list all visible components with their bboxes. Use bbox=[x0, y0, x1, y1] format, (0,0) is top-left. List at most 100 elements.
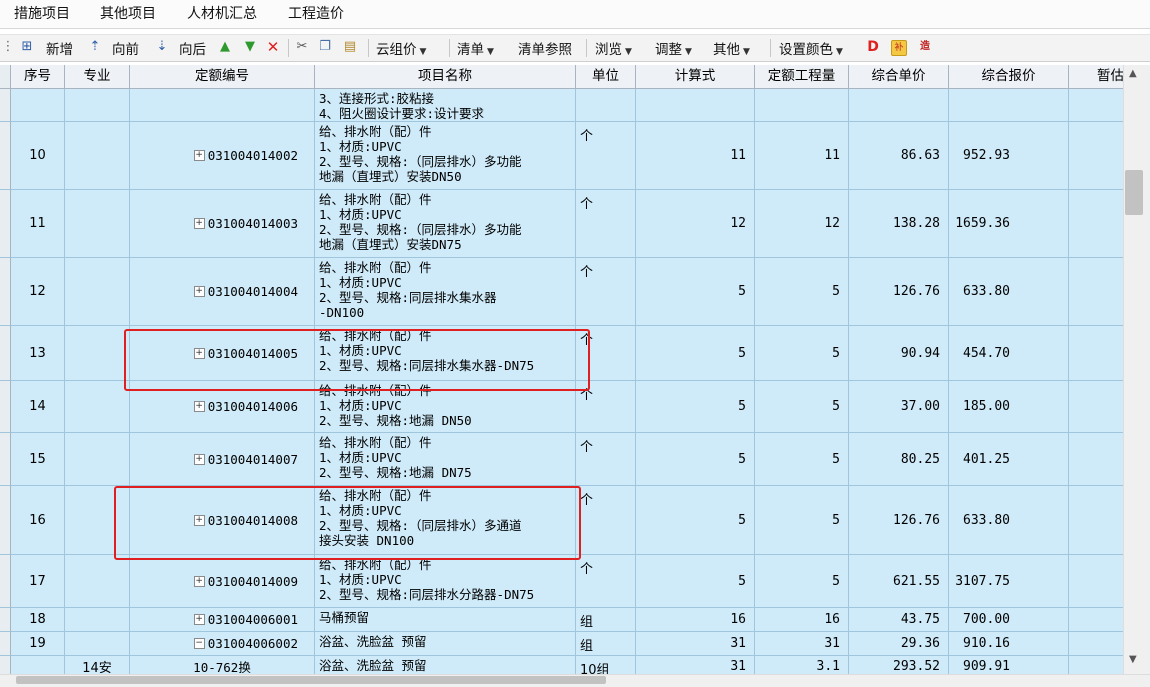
cell-qty[interactable]: 5 bbox=[755, 258, 849, 326]
cell-price[interactable]: 126.76 bbox=[849, 258, 949, 326]
cell-major[interactable]: 14安 bbox=[65, 656, 130, 674]
browse-menu[interactable]: 浏览 ▼ bbox=[595, 38, 632, 58]
cell-major[interactable] bbox=[65, 326, 130, 381]
cell-name[interactable]: 3、连接形式:胶粘接 4、阻火圈设计要求:设计要求 bbox=[315, 89, 576, 122]
cell-unit[interactable]: 组 bbox=[576, 632, 636, 656]
cell-seq[interactable] bbox=[11, 89, 65, 122]
cell-provisional[interactable] bbox=[1069, 656, 1123, 674]
table-row[interactable]: 19−031004006002 浴盆、洗脸盆 预留组 31 31 29.36 910.16 bbox=[0, 632, 1123, 656]
cell-seq[interactable] bbox=[11, 656, 65, 674]
cell-total[interactable]: 1659.36 bbox=[949, 190, 1069, 258]
collapse-icon[interactable]: − bbox=[193, 638, 205, 649]
cell-seq[interactable]: 19 bbox=[11, 632, 65, 656]
cell-unit[interactable]: 个 bbox=[576, 555, 636, 608]
cell-major[interactable] bbox=[65, 632, 130, 656]
tab-project-cost[interactable]: 工程造价 bbox=[288, 3, 344, 23]
cell-major[interactable] bbox=[65, 258, 130, 326]
table-row[interactable]: 3、连接形式:胶粘接 4、阻火圈设计要求:设计要求 bbox=[0, 89, 1123, 122]
expand-icon[interactable]: + bbox=[193, 286, 205, 297]
cell-provisional[interactable] bbox=[1069, 608, 1123, 632]
move-forward-button[interactable]: 向前 bbox=[112, 38, 139, 58]
col-header-seq[interactable]: 序号 bbox=[11, 65, 65, 89]
cell-price[interactable]: 293.52 bbox=[849, 656, 949, 674]
table-row[interactable]: 14安 10-762换 浴盆、洗脸盆 预留 10组 31 3.1 293.52 909.91 bbox=[0, 656, 1123, 674]
cell-name[interactable]: 给、排水附（配）件 1、材质:UPVC 2、型号、规格:同层排水分路器-DN75 bbox=[315, 555, 576, 608]
cell-formula[interactable]: 5 bbox=[636, 433, 755, 486]
d-icon[interactable]: D bbox=[866, 40, 880, 54]
list-reference-button[interactable]: 清单参照 bbox=[518, 38, 572, 58]
cell-formula[interactable]: 5 bbox=[636, 258, 755, 326]
new-button[interactable]: 新增 bbox=[46, 38, 73, 58]
col-header-quota-qty[interactable]: 定额工程量 bbox=[755, 65, 849, 89]
cell-price[interactable]: 29.36 bbox=[849, 632, 949, 656]
expand-icon[interactable]: + bbox=[193, 150, 205, 161]
cell-provisional[interactable] bbox=[1069, 258, 1123, 326]
cell-formula[interactable]: 5 bbox=[636, 326, 755, 381]
cell-formula[interactable]: 5 bbox=[636, 555, 755, 608]
cell-price[interactable]: 80.25 bbox=[849, 433, 949, 486]
cell-seq[interactable]: 16 bbox=[11, 486, 65, 555]
cell-name[interactable]: 给、排水附（配）件 1、材质:UPVC 2、型号、规格:地漏 DN75 bbox=[315, 433, 576, 486]
col-header-major[interactable]: 专业 bbox=[65, 65, 130, 89]
cell-formula[interactable]: 12 bbox=[636, 190, 755, 258]
cell-name[interactable]: 给、排水附（配）件 1、材质:UPVC 2、型号、规格:地漏 DN50 bbox=[315, 381, 576, 433]
cell-unit[interactable]: 个 bbox=[576, 122, 636, 190]
cost-icon[interactable]: 造 bbox=[918, 40, 932, 54]
cell-total[interactable]: 454.70 bbox=[949, 326, 1069, 381]
supplement-icon[interactable]: 补 bbox=[891, 40, 907, 56]
cell-unit[interactable] bbox=[576, 89, 636, 122]
cell-code[interactable]: +031004014009 bbox=[130, 555, 315, 608]
cell-qty[interactable]: 16 bbox=[755, 608, 849, 632]
arrow-down-green-icon[interactable]: ▼ bbox=[243, 40, 257, 54]
table-row[interactable]: 10 +031004014002 给、排水附（配）件 1、材质:UPVC 2、型号、规格… bbox=[0, 122, 1123, 190]
move-backward-button[interactable]: 向后 bbox=[179, 38, 206, 58]
cell-major[interactable] bbox=[65, 608, 130, 632]
delete-icon[interactable]: ✕ bbox=[266, 40, 280, 55]
cell-formula[interactable]: 5 bbox=[636, 381, 755, 433]
table-row[interactable]: 11 +031004014003 给、排水附（配）件 1、材质:UPVC 2、型号、规格… bbox=[0, 190, 1123, 258]
col-header-name[interactable]: 项目名称 bbox=[315, 65, 576, 89]
cell-unit[interactable]: 组 bbox=[576, 608, 636, 632]
cell-code[interactable]: +031004014008 bbox=[130, 486, 315, 555]
table-row[interactable]: 18 +031004006001 马桶预留组 16 16 43.75 700.00 bbox=[0, 608, 1123, 632]
cell-total[interactable] bbox=[949, 89, 1069, 122]
cell-provisional[interactable] bbox=[1069, 381, 1123, 433]
expand-icon[interactable]: + bbox=[193, 614, 205, 625]
cell-total[interactable]: 185.00 bbox=[949, 381, 1069, 433]
cell-seq[interactable]: 13 bbox=[11, 326, 65, 381]
cell-total[interactable]: 700.00 bbox=[949, 608, 1069, 632]
cell-seq[interactable]: 17 bbox=[11, 555, 65, 608]
cell-seq[interactable]: 10 bbox=[11, 122, 65, 190]
cell-price[interactable]: 43.75 bbox=[849, 608, 949, 632]
row-selector[interactable] bbox=[0, 190, 11, 258]
col-header-formula[interactable]: 计算式 bbox=[636, 65, 755, 89]
tab-other-items[interactable]: 其他项目 bbox=[100, 3, 156, 23]
tab-measures[interactable]: 措施项目 bbox=[14, 3, 70, 23]
cell-price[interactable]: 90.94 bbox=[849, 326, 949, 381]
col-header-unit[interactable]: 单位 bbox=[576, 65, 636, 89]
cell-seq[interactable]: 12 bbox=[11, 258, 65, 326]
expand-icon[interactable]: + bbox=[193, 347, 205, 359]
cell-seq[interactable]: 18 bbox=[11, 608, 65, 632]
cell-provisional[interactable] bbox=[1069, 122, 1123, 190]
cell-total[interactable]: 633.80 bbox=[949, 258, 1069, 326]
row-selector[interactable] bbox=[0, 608, 11, 632]
cell-price[interactable]: 86.63 bbox=[849, 122, 949, 190]
cell-qty[interactable]: 11 bbox=[755, 122, 849, 190]
cell-name[interactable]: 浴盆、洗脸盆 预留 bbox=[315, 632, 576, 656]
cell-qty[interactable]: 5 bbox=[755, 433, 849, 486]
cell-seq[interactable]: 14 bbox=[11, 381, 65, 433]
cell-name[interactable]: 马桶预留 bbox=[315, 608, 576, 632]
cell-code[interactable]: +031004006001 bbox=[130, 608, 315, 632]
cell-code[interactable]: +031004014006 bbox=[130, 381, 315, 433]
col-header-total-price[interactable]: 综合报价 bbox=[949, 65, 1069, 89]
cell-qty[interactable]: 5 bbox=[755, 486, 849, 555]
cell-major[interactable] bbox=[65, 555, 130, 608]
row-selector[interactable] bbox=[0, 89, 11, 122]
expand-icon[interactable]: + bbox=[193, 453, 205, 465]
cell-code[interactable]: +031004014003 bbox=[130, 190, 315, 258]
cell-total[interactable]: 910.16 bbox=[949, 632, 1069, 656]
cell-provisional[interactable] bbox=[1069, 433, 1123, 486]
copy-icon[interactable]: ❐ bbox=[318, 40, 332, 54]
cell-provisional[interactable] bbox=[1069, 632, 1123, 656]
